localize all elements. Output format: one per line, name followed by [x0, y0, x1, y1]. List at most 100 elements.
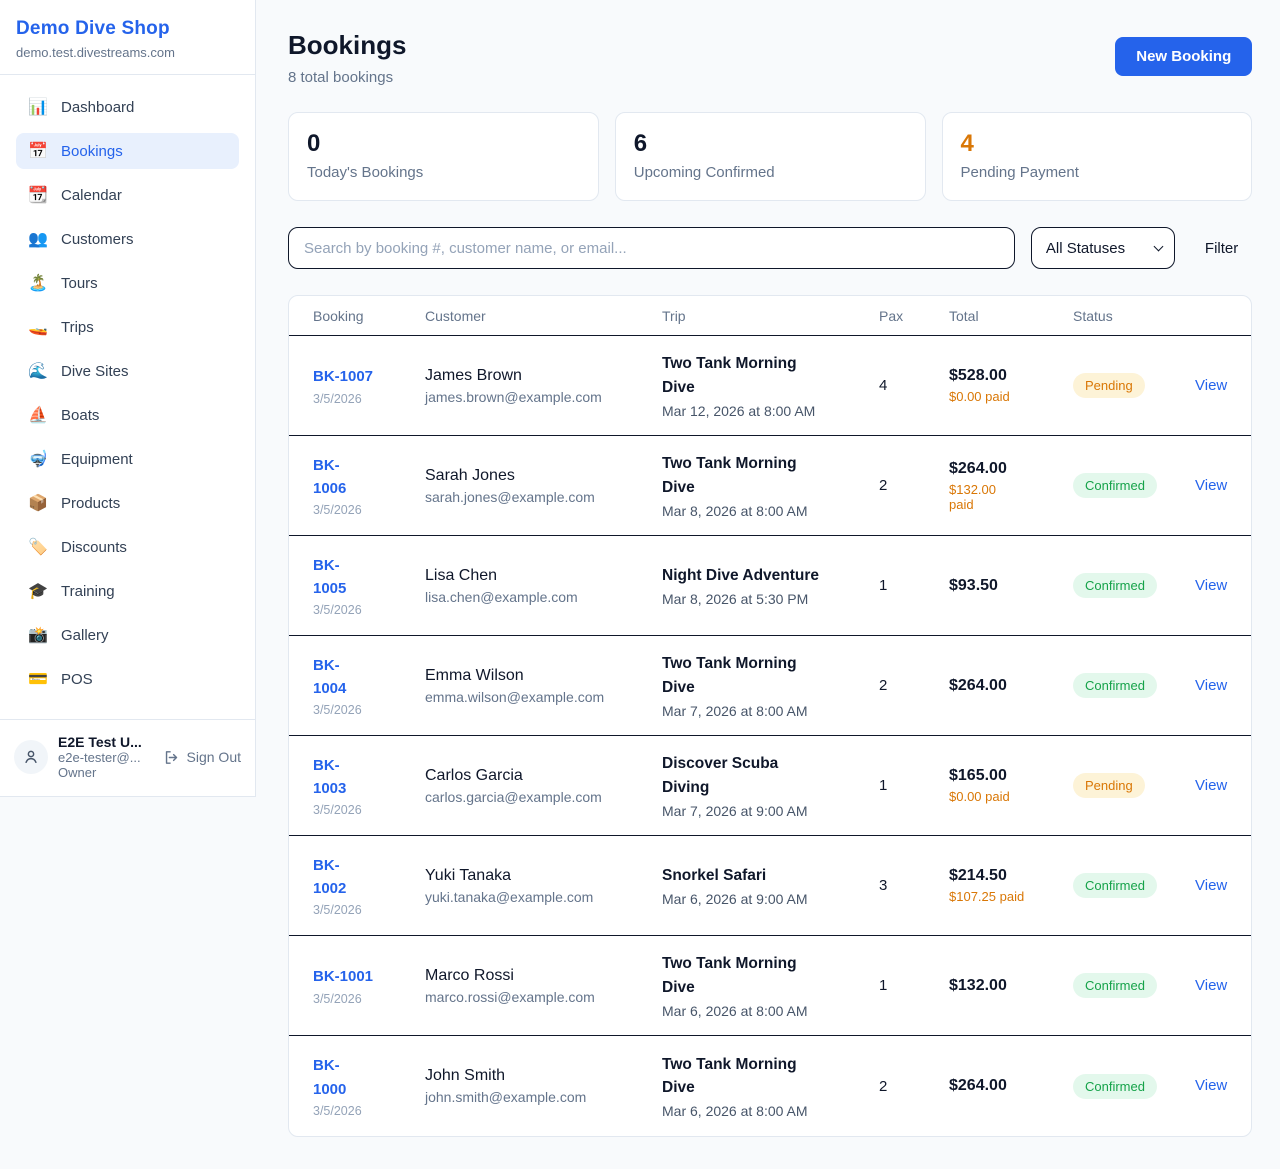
booking-id-link[interactable]: BK-1000	[313, 1054, 363, 1101]
pax-count: 2	[879, 677, 949, 694]
total-cell: $264.00 $132.00 paid	[949, 460, 1073, 512]
booking-id-link[interactable]: BK-1005	[313, 554, 363, 601]
total-cell: $264.00	[949, 677, 1073, 695]
status-badge: Confirmed	[1073, 873, 1157, 898]
booking-date: 3/5/2026	[313, 903, 425, 917]
sidebar-item-label: Products	[61, 495, 120, 512]
booking-cell: BK-1004 3/5/2026	[313, 654, 425, 718]
trip-cell: Discover Scuba Diving Mar 7, 2026 at 9:0…	[662, 752, 879, 819]
stat-value: 6	[634, 130, 907, 158]
actions-cell: View	[1195, 777, 1227, 795]
view-link[interactable]: View	[1195, 1077, 1227, 1094]
sidebar-item-dive-sites[interactable]: 🌊 Dive Sites	[16, 353, 239, 389]
training-icon: 🎓	[28, 581, 48, 601]
view-link[interactable]: View	[1195, 477, 1227, 494]
booking-date: 3/5/2026	[313, 803, 425, 817]
status-badge: Confirmed	[1073, 473, 1157, 498]
booking-cell: BK-1006 3/5/2026	[313, 454, 425, 518]
user-email: e2e-tester@...	[58, 750, 153, 765]
sidebar-item-products[interactable]: 📦 Products	[16, 485, 239, 521]
new-booking-button[interactable]: New Booking	[1115, 37, 1252, 76]
customer-cell: James Brown james.brown@example.com	[425, 367, 662, 405]
customer-name: Carlos Garcia	[425, 767, 662, 785]
col-header-booking: Booking	[313, 308, 425, 324]
filter-button[interactable]: Filter	[1191, 240, 1252, 257]
col-header-trip: Trip	[662, 308, 879, 324]
customer-cell: Lisa Chen lisa.chen@example.com	[425, 567, 662, 605]
customer-email: yuki.tanaka@example.com	[425, 889, 662, 905]
sign-out-icon	[163, 749, 180, 766]
status-badge: Confirmed	[1073, 573, 1157, 598]
booking-date: 3/5/2026	[313, 1104, 425, 1118]
booking-id-link[interactable]: BK-1002	[313, 854, 363, 901]
total-cell: $132.00	[949, 977, 1073, 995]
table-row: BK-1005 3/5/2026 Lisa Chen lisa.chen@exa…	[289, 536, 1251, 636]
view-link[interactable]: View	[1195, 677, 1227, 694]
sidebar-item-label: Dive Sites	[61, 363, 129, 380]
status-cell: Confirmed	[1073, 573, 1195, 598]
sidebar-footer: E2E Test U... e2e-tester@... Owner Sign …	[0, 719, 255, 796]
sidebar-item-tours[interactable]: 🏝️ Tours	[16, 265, 239, 301]
sidebar-item-discounts[interactable]: 🏷️ Discounts	[16, 529, 239, 565]
view-link[interactable]: View	[1195, 777, 1227, 794]
customer-cell: Carlos Garcia carlos.garcia@example.com	[425, 767, 662, 805]
trip-cell: Snorkel Safari Mar 6, 2026 at 9:00 AM	[662, 864, 879, 907]
booking-id-link[interactable]: BK-1004	[313, 654, 363, 701]
booking-cell: BK-1005 3/5/2026	[313, 554, 425, 618]
sidebar-item-training[interactable]: 🎓 Training	[16, 573, 239, 609]
status-select[interactable]: All Statuses	[1031, 227, 1175, 269]
total-cell: $93.50	[949, 577, 1073, 595]
booking-cell: BK-1002 3/5/2026	[313, 854, 425, 918]
sidebar-item-boats[interactable]: ⛵ Boats	[16, 397, 239, 433]
sidebar-item-label: Boats	[61, 407, 99, 424]
sidebar-item-pos[interactable]: 💳 POS	[16, 661, 239, 697]
booking-date: 3/5/2026	[313, 992, 425, 1006]
trip-cell: Two Tank Morning Dive Mar 7, 2026 at 8:0…	[662, 652, 879, 719]
view-link[interactable]: View	[1195, 977, 1227, 994]
sign-out-button[interactable]: Sign Out	[163, 749, 241, 766]
search-input[interactable]	[288, 227, 1015, 269]
stat-label: Today's Bookings	[307, 164, 580, 181]
sidebar-item-dashboard[interactable]: 📊 Dashboard	[16, 89, 239, 125]
sidebar-item-trips[interactable]: 🚤 Trips	[16, 309, 239, 345]
sidebar-item-label: POS	[61, 671, 93, 688]
view-link[interactable]: View	[1195, 577, 1227, 594]
paid-amount: $107.25 paid	[949, 889, 1073, 904]
sidebar-item-calendar[interactable]: 📆 Calendar	[16, 177, 239, 213]
view-link[interactable]: View	[1195, 377, 1227, 394]
col-header-total: Total	[949, 308, 1073, 324]
trip-name: Two Tank Morning Dive	[662, 952, 802, 999]
sidebar-item-equipment[interactable]: 🤿 Equipment	[16, 441, 239, 477]
user-name: E2E Test U...	[58, 734, 153, 750]
trip-time: Mar 6, 2026 at 9:00 AM	[662, 891, 879, 907]
user-block: E2E Test U... e2e-tester@... Owner	[58, 734, 153, 780]
customer-email: emma.wilson@example.com	[425, 689, 662, 705]
customer-name: Marco Rossi	[425, 967, 662, 985]
booking-id-link[interactable]: BK-1006	[313, 454, 363, 501]
page-title: Bookings	[288, 30, 406, 61]
sidebar-item-gallery[interactable]: 📸 Gallery	[16, 617, 239, 653]
booking-id-link[interactable]: BK-1001	[313, 965, 373, 988]
avatar	[14, 740, 48, 774]
sidebar-item-label: Trips	[61, 319, 94, 336]
bookings-table: Booking Customer Trip Pax Total Status B…	[288, 295, 1252, 1137]
booking-id-link[interactable]: BK-1007	[313, 365, 373, 388]
booking-id-link[interactable]: BK-1003	[313, 754, 363, 801]
booking-date: 3/5/2026	[313, 392, 425, 406]
sidebar-item-bookings[interactable]: 📅 Bookings	[16, 133, 239, 169]
actions-cell: View	[1195, 577, 1227, 595]
sidebar-item-customers[interactable]: 👥 Customers	[16, 221, 239, 257]
customer-cell: Sarah Jones sarah.jones@example.com	[425, 467, 662, 505]
pax-count: 1	[879, 577, 949, 594]
view-link[interactable]: View	[1195, 877, 1227, 894]
customer-name: James Brown	[425, 367, 662, 385]
page-title-block: Bookings 8 total bookings	[288, 30, 406, 86]
actions-cell: View	[1195, 1077, 1227, 1095]
pax-count: 2	[879, 477, 949, 494]
customer-name: Emma Wilson	[425, 667, 662, 685]
trip-time: Mar 8, 2026 at 8:00 AM	[662, 503, 879, 519]
paid-amount: $0.00 paid	[949, 789, 1073, 804]
total-amount: $264.00	[949, 1077, 1073, 1095]
bookings-count: 8 total bookings	[288, 69, 406, 86]
trip-name: Night Dive Adventure	[662, 564, 879, 587]
